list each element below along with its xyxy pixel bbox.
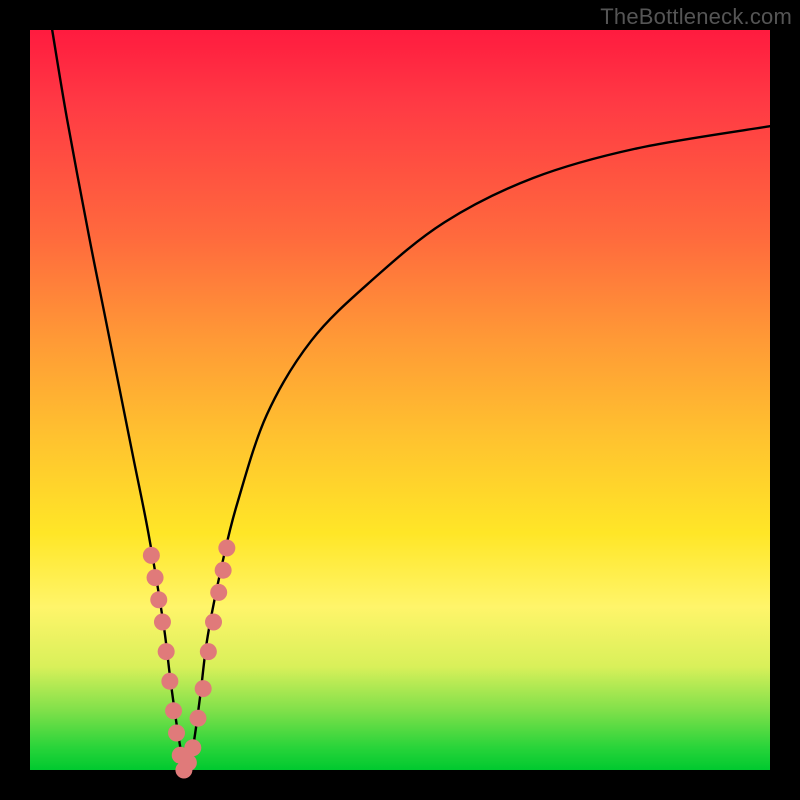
plot-area	[30, 30, 770, 770]
watermark-text: TheBottleneck.com	[600, 4, 792, 30]
chart-frame: TheBottleneck.com	[0, 0, 800, 800]
